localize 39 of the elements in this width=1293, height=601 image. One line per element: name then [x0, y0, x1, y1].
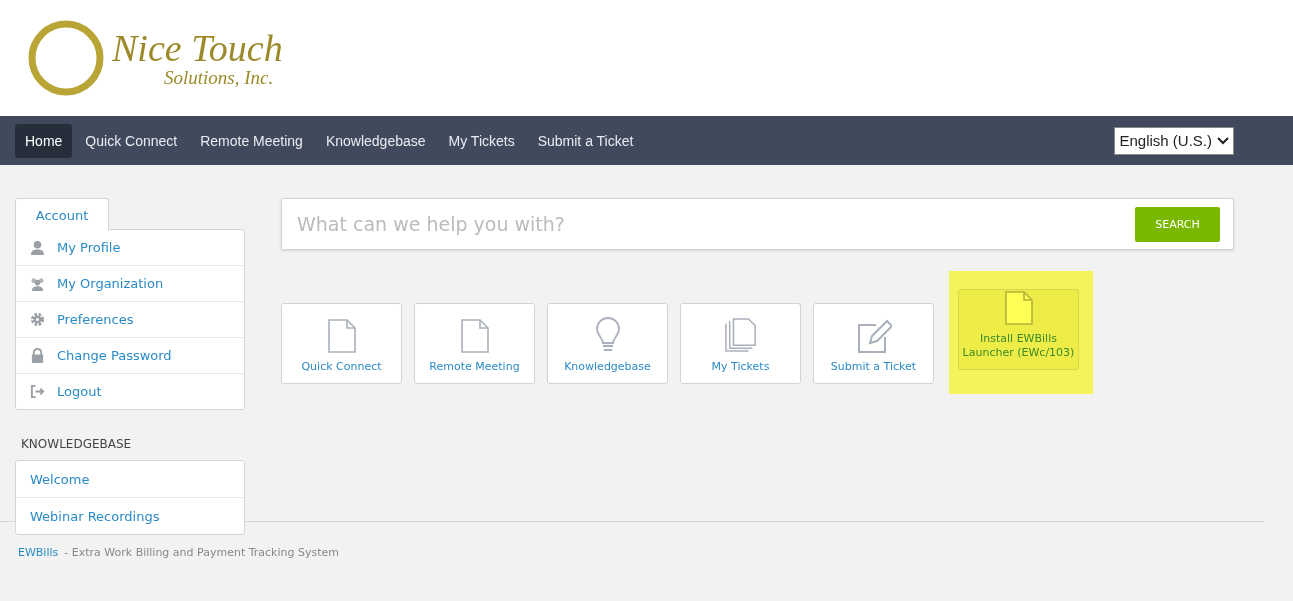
nav-link[interactable]: Submit a Ticket — [527, 123, 644, 158]
shortcut-tile[interactable]: My Tickets — [680, 303, 801, 384]
company-logo: Nice Touch Solutions, Inc. — [26, 17, 283, 99]
shortcut-tile[interactable]: Submit a Ticket — [813, 303, 934, 384]
footer-link[interactable]: EWBills — [18, 546, 59, 559]
nav-link[interactable]: Home — [15, 123, 73, 158]
search-field[interactable]: What can we help you with? SEARCH — [281, 198, 1234, 250]
nav-link[interactable]: My Tickets — [438, 123, 525, 158]
shortcut-tile[interactable]: Remote Meeting — [414, 303, 535, 384]
knowledgebase-link[interactable]: Webinar Recordings — [16, 498, 244, 534]
account-menu-item[interactable]: My Profile — [16, 230, 244, 266]
shortcut-tile[interactable]: Quick Connect — [281, 303, 402, 384]
document-icon — [460, 319, 489, 353]
chevron-down-icon — [1217, 136, 1229, 145]
logout-icon — [30, 384, 45, 399]
document-icon — [1004, 291, 1033, 325]
lock-icon — [30, 348, 45, 363]
document-icon — [327, 319, 356, 353]
section-heading: KNOWLEDGEBASE — [21, 437, 133, 451]
shortcut-tile[interactable]: Knowledgebase — [547, 303, 668, 384]
nav-link[interactable]: Quick Connect — [75, 123, 188, 158]
account-menu-item[interactable]: Preferences — [16, 302, 244, 338]
account-menu-item[interactable]: Logout — [16, 374, 244, 409]
nav-link[interactable]: Knowledgebase — [315, 123, 436, 158]
language-select[interactable]: English (U.S.) — [1114, 126, 1234, 155]
edit-icon — [855, 319, 892, 353]
account-menu-item[interactable]: My Organization — [16, 266, 244, 302]
gear-icon — [30, 312, 45, 327]
knowledgebase-link[interactable]: Welcome — [16, 461, 244, 498]
footer-text: - Extra Work Billing and Payment Tracking System — [64, 546, 339, 559]
documents-icon — [724, 317, 757, 353]
lightbulb-icon — [593, 317, 622, 353]
group-icon — [30, 276, 45, 291]
search-button[interactable]: SEARCH — [1135, 206, 1220, 242]
shortcut-tile[interactable]: Install EWBills Launcher (EWc/103) — [958, 289, 1079, 370]
account-menu-item[interactable]: Change Password — [16, 338, 244, 374]
nav-link[interactable]: Remote Meeting — [190, 123, 313, 158]
account-tab[interactable]: Account — [15, 198, 109, 230]
person-icon — [30, 240, 45, 255]
